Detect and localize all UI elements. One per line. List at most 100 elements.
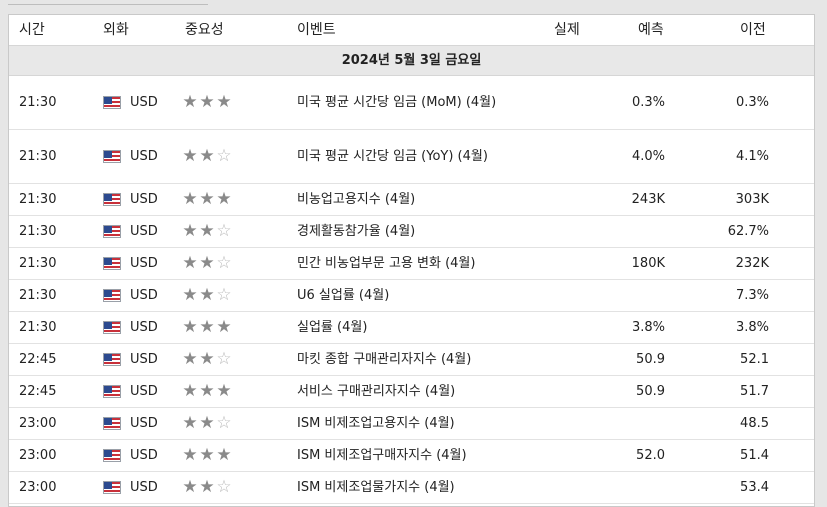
event-currency: USD: [130, 192, 158, 207]
event-actual: [529, 216, 599, 247]
star-filled-icon: ★: [199, 445, 215, 465]
star-empty-icon: ☆: [216, 349, 232, 369]
event-previous: 7.3%: [735, 288, 769, 303]
star-empty-icon: ☆: [216, 285, 232, 305]
currency-flag: [103, 130, 121, 183]
us-flag-icon: [103, 257, 121, 270]
currency-flag: [103, 376, 121, 407]
importance-stars: ★ ★ ☆: [182, 248, 252, 279]
star-filled-icon: ★: [199, 413, 215, 433]
importance-stars: ★ ★ ★: [182, 312, 252, 343]
event-name[interactable]: 실업률 (4월): [297, 312, 522, 343]
event-actual: [529, 440, 599, 471]
event-name[interactable]: 경제활동참가율 (4월): [297, 216, 522, 247]
event-row[interactable]: 21:30 USD ★ ★ ★ 실업률 (4월) 3.8% 3.8%: [9, 312, 814, 344]
event-row[interactable]: 21:30 USD ★ ★ ★ 미국 평균 시간당 임금 (MoM) (4월) 0.3% 0.…: [9, 76, 814, 130]
event-forecast: 0.3%: [631, 95, 665, 110]
star-empty-icon: ☆: [216, 253, 232, 273]
event-name[interactable]: ISM 비제조업고용지수 (4월): [297, 408, 522, 439]
event-actual: [529, 184, 599, 215]
event-forecast: 50.9: [636, 384, 665, 399]
event-time: 21:30: [19, 288, 57, 303]
star-filled-icon: ★: [216, 317, 232, 337]
event-name[interactable]: 서비스 구매관리자지수 (4월): [297, 376, 522, 407]
us-flag-icon: [103, 449, 121, 462]
header-currency[interactable]: 외화: [103, 15, 129, 45]
header-importance[interactable]: 중요성: [185, 15, 224, 45]
header-actual[interactable]: 실제: [554, 15, 580, 45]
event-currency: USD: [130, 416, 158, 431]
star-filled-icon: ★: [199, 317, 215, 337]
importance-stars: ★ ★ ★: [182, 76, 252, 129]
event-forecast: [595, 472, 665, 503]
importance-stars: ★ ★ ★: [182, 376, 252, 407]
event-row[interactable]: 22:45 USD ★ ★ ★ 서비스 구매관리자지수 (4월) 50.9 51.7: [9, 376, 814, 408]
event-row[interactable]: 23:00 USD ★ ★ ☆ ISM 비제조업고용지수 (4월) 48.5: [9, 408, 814, 440]
event-row[interactable]: 23:00 USD ★ ★ ☆ ISM 비제조업물가지수 (4월) 53.4: [9, 472, 814, 504]
header-event[interactable]: 이벤트: [297, 15, 336, 45]
header-time[interactable]: 시간: [19, 15, 45, 45]
event-name[interactable]: 비농업고용지수 (4월): [297, 184, 522, 215]
partial-toolbar: [8, 0, 208, 5]
star-filled-icon: ★: [182, 146, 198, 166]
event-previous: 0.3%: [735, 95, 769, 110]
event-name[interactable]: U6 실업률 (4월): [297, 280, 522, 311]
star-filled-icon: ★: [199, 146, 215, 166]
event-actual: [529, 76, 599, 129]
star-filled-icon: ★: [182, 221, 198, 241]
currency-flag: [103, 408, 121, 439]
star-filled-icon: ★: [199, 381, 215, 401]
star-filled-icon: ★: [182, 349, 198, 369]
star-filled-icon: ★: [182, 413, 198, 433]
event-row[interactable]: 21:30 USD ★ ★ ☆ 민간 비농업부문 고용 변화 (4월) 180K 232K: [9, 248, 814, 280]
currency-flag: [103, 248, 121, 279]
event-forecast: [595, 216, 665, 247]
event-name[interactable]: ISM 비제조업물가지수 (4월): [297, 472, 522, 503]
event-actual: [529, 312, 599, 343]
event-row[interactable]: 22:45 USD ★ ★ ☆ 마킷 종합 구매관리자지수 (4월) 50.9 52.1: [9, 344, 814, 376]
event-previous: 52.1: [740, 352, 769, 367]
event-row[interactable]: 23:00 USD ★ ★ ★ ISM 비제조업구매자지수 (4월) 52.0 51.4: [9, 440, 814, 472]
event-previous: 48.5: [740, 416, 769, 431]
event-time: 22:45: [19, 352, 57, 367]
event-currency: USD: [130, 149, 158, 164]
importance-stars: ★ ★ ★: [182, 184, 252, 215]
star-filled-icon: ★: [199, 477, 215, 497]
star-filled-icon: ★: [182, 189, 198, 209]
us-flag-icon: [103, 481, 121, 494]
date-group-row: 2024년 5월 3일 금요일: [9, 46, 814, 76]
us-flag-icon: [103, 417, 121, 430]
header-forecast[interactable]: 예측: [638, 15, 664, 45]
event-forecast: 50.9: [636, 352, 665, 367]
event-time: 21:30: [19, 192, 57, 207]
star-filled-icon: ★: [199, 349, 215, 369]
event-row[interactable]: 21:30 USD ★ ★ ☆ 미국 평균 시간당 임금 (YoY) (4월) 4.0% 4.…: [9, 130, 814, 184]
event-row[interactable]: 21:30 USD ★ ★ ★ 비농업고용지수 (4월) 243K 303K: [9, 184, 814, 216]
star-filled-icon: ★: [216, 92, 232, 112]
event-row[interactable]: 21:30 USD ★ ★ ☆ 경제활동참가율 (4월) 62.7%: [9, 216, 814, 248]
star-filled-icon: ★: [182, 381, 198, 401]
economic-calendar-table: 시간 외화 중요성 이벤트 실제 예측 이전 2024년 5월 3일 금요일 2…: [8, 14, 815, 507]
event-time: 23:00: [19, 448, 57, 463]
event-forecast: 180K: [631, 256, 665, 271]
us-flag-icon: [103, 96, 121, 109]
event-name[interactable]: 미국 평균 시간당 임금 (YoY) (4월): [297, 130, 522, 183]
event-name[interactable]: 민간 비농업부문 고용 변화 (4월): [297, 248, 522, 279]
event-row[interactable]: 21:30 USD ★ ★ ☆ U6 실업률 (4월) 7.3%: [9, 280, 814, 312]
event-currency: USD: [130, 288, 158, 303]
event-name[interactable]: 미국 평균 시간당 임금 (MoM) (4월): [297, 76, 522, 129]
currency-flag: [103, 280, 121, 311]
star-filled-icon: ★: [216, 189, 232, 209]
event-currency: USD: [130, 95, 158, 110]
event-name[interactable]: 마킷 종합 구매관리자지수 (4월): [297, 344, 522, 375]
event-time: 21:30: [19, 95, 57, 110]
event-actual: [529, 408, 599, 439]
us-flag-icon: [103, 289, 121, 302]
star-filled-icon: ★: [182, 445, 198, 465]
event-forecast: [595, 408, 665, 439]
importance-stars: ★ ★ ☆: [182, 216, 252, 247]
header-previous[interactable]: 이전: [740, 15, 766, 45]
event-previous: 51.7: [740, 384, 769, 399]
event-currency: USD: [130, 448, 158, 463]
event-name[interactable]: ISM 비제조업구매자지수 (4월): [297, 440, 522, 471]
